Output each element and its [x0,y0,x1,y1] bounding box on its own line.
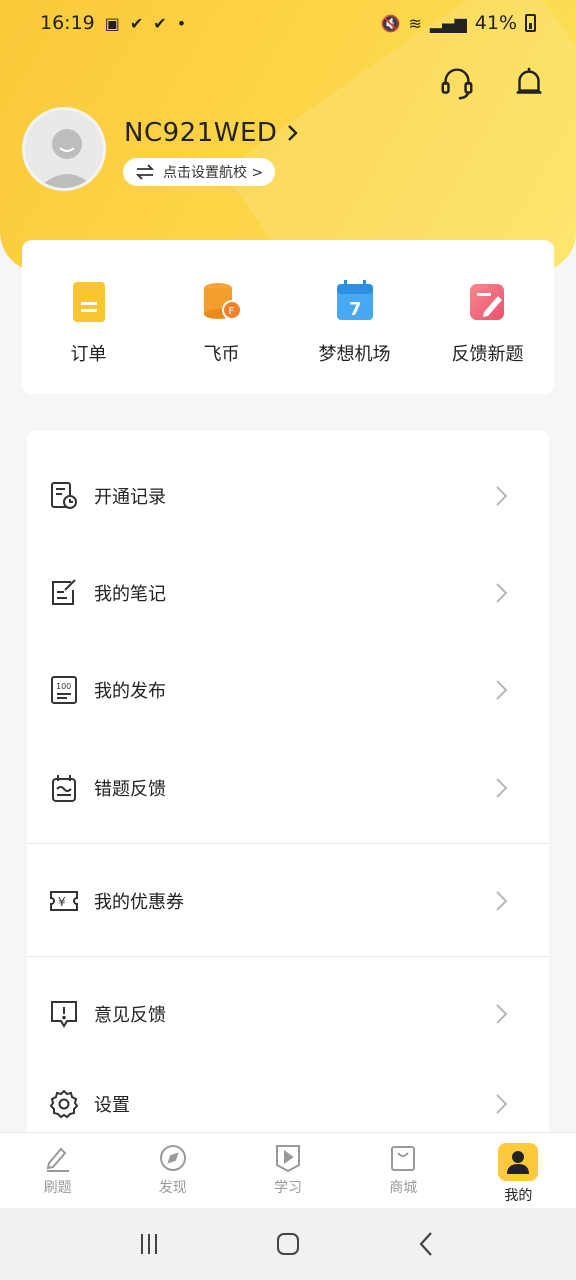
swap-icon [135,164,155,180]
svg-text:¥: ¥ [58,895,66,909]
tab-label: 发现 [158,1180,187,1196]
back-icon[interactable] [412,1229,442,1259]
error-feedback-icon [52,775,76,802]
tab-mall[interactable]: 商城 [346,1133,461,1208]
menu-item-my-notes[interactable]: 我的笔记 [27,563,549,623]
username-link[interactable]: NC921WED [124,118,299,148]
bag-icon [391,1146,416,1171]
dot-icon: • [176,13,187,33]
chevron-right-icon [496,778,508,798]
status-time: 16:19 [40,12,95,34]
menu-list: 开通记录 我的笔记 100 我的发布 错题反馈 ¥ 我的优惠券 意见反馈 设置 [27,431,549,1151]
play-icon [276,1145,300,1173]
menu-item-settings[interactable]: 设置 [27,1074,549,1134]
menu-item-my-publications[interactable]: 100 我的发布 [27,660,549,720]
tab-label: 刷题 [43,1180,72,1196]
quick-action-label: 反馈新题 [451,344,524,365]
check-icon: ✔ [153,13,167,33]
menu-item-feedback[interactable]: 意见反馈 [27,984,549,1044]
divider [27,843,549,844]
wifi-icon: ≋ [408,13,422,33]
tab-learn[interactable]: 学习 [230,1133,345,1208]
system-nav-bar [0,1208,576,1280]
tab-label: 我的 [504,1188,533,1204]
note-icon [52,579,76,605]
chevron-right-icon [496,891,508,911]
bell-icon[interactable] [510,64,548,102]
menu-item-my-coupons[interactable]: ¥ 我的优惠券 [27,871,549,931]
avatar[interactable] [22,107,106,191]
menu-item-label: 我的发布 [94,681,166,702]
check-icon: ✔ [129,13,144,33]
chevron-right-icon [288,125,299,141]
battery-icon [525,14,536,32]
menu-item-label: 我的笔记 [94,584,166,605]
set-school-button[interactable]: 点击设置航校 > [123,158,276,186]
mute-icon: 🔇 [380,13,401,33]
coupon-icon: ¥ [50,891,78,911]
username: NC921WED [124,118,278,148]
tab-discover[interactable]: 发现 [115,1133,230,1208]
feedback-icon [51,1001,77,1028]
menu-item-activation-records[interactable]: 开通记录 [27,466,549,526]
image-icon: ▣ [104,13,120,33]
tab-practice[interactable]: 刷题 [0,1133,115,1208]
publish-icon: 100 [51,676,77,704]
edit-icon [469,284,504,320]
tab-mine[interactable]: 我的 [461,1133,576,1208]
menu-item-label: 我的优惠券 [94,892,184,913]
menu-item-label: 设置 [94,1095,130,1116]
svg-text:F: F [228,306,234,317]
headset-icon[interactable] [438,64,476,102]
status-bar: 16:19 ▣ ✔ ✔ • 🔇 ≋ ▂▄▆ 41% [0,0,576,46]
pencil-icon [46,1147,69,1172]
active-tab-indicator [498,1143,539,1181]
menu-item-label: 错题反馈 [94,779,166,800]
chevron-right-icon [496,1004,508,1024]
svg-text:100: 100 [56,682,71,691]
battery-percent: 41% [474,12,517,34]
recent-apps-icon[interactable] [134,1229,164,1259]
chevron-right-icon [496,583,508,603]
record-icon [51,482,77,509]
calendar-icon: 7 [336,280,373,320]
tab-label: 学习 [274,1180,302,1196]
order-icon [72,282,105,322]
quick-action-coin[interactable]: F 飞币 [155,240,288,394]
quick-action-label: 飞币 [203,344,240,365]
tab-label: 商城 [389,1180,418,1196]
chevron-right-icon [496,680,508,700]
quick-action-feedback-question[interactable]: 反馈新题 [421,240,554,394]
quick-actions-card: 订单 F 飞币 7 梦想机场 反馈新题 [22,240,554,394]
home-icon[interactable] [273,1229,303,1259]
chevron-right-icon [496,1094,508,1114]
set-school-label: 点击设置航校 > [163,165,264,181]
svg-text:7: 7 [349,299,362,320]
bottom-tab-bar: 刷题 发现 学习 商城 我的 [0,1132,576,1208]
settings-icon [49,1089,79,1119]
person-icon [507,1151,530,1174]
menu-item-label: 开通记录 [94,487,166,508]
menu-item-label: 意见反馈 [94,1005,166,1026]
menu-item-error-feedback[interactable]: 错题反馈 [27,758,549,818]
coin-icon: F [203,283,242,320]
quick-action-label: 订单 [70,344,107,365]
quick-action-label: 梦想机场 [318,344,391,365]
quick-action-dream-airport[interactable]: 7 梦想机场 [288,240,421,394]
signal-icon: ▂▄▆ [429,13,467,33]
divider [27,956,549,957]
chevron-right-icon [496,486,508,506]
compass-icon [159,1145,186,1171]
quick-action-order[interactable]: 订单 [22,240,155,394]
